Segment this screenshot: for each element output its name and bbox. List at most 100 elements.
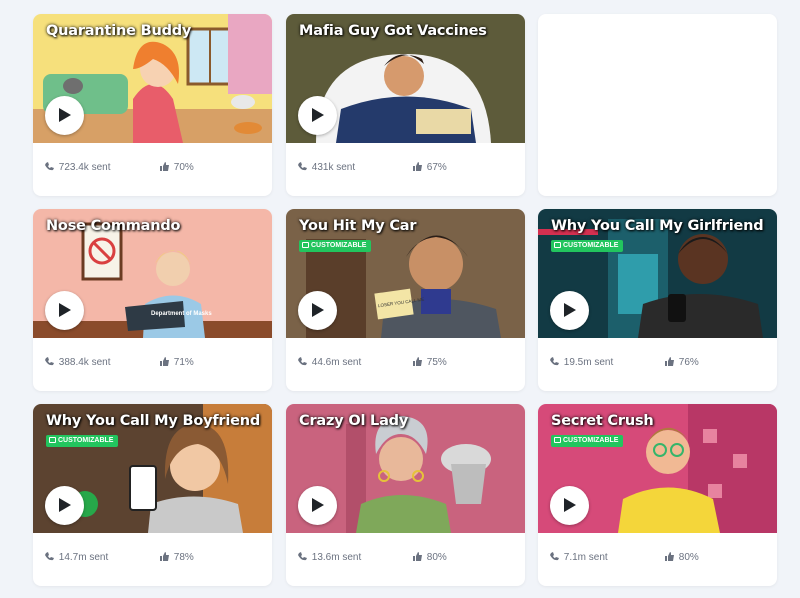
department-sign-text: Department of Masks (151, 311, 212, 317)
phone-icon (298, 552, 307, 561)
sent-count: 723.4k sent (45, 162, 111, 173)
sent-count: 431k sent (298, 162, 355, 173)
play-icon (59, 498, 71, 512)
sent-count-text: 7.1m sent (563, 552, 608, 563)
play-button[interactable] (45, 96, 84, 135)
customizable-icon (554, 242, 561, 248)
phone-icon (298, 357, 307, 366)
customizable-icon (302, 242, 309, 248)
card-title[interactable]: Mafia Guy Got Vaccines (299, 23, 487, 39)
play-icon (312, 498, 324, 512)
like-percent-text: 71% (173, 357, 194, 368)
play-button[interactable] (45, 486, 84, 525)
play-icon (59, 303, 71, 317)
play-button[interactable] (45, 291, 84, 330)
sent-count-text: 19.5m sent (563, 357, 614, 368)
card-stats: 431k sent 67% (286, 143, 525, 196)
thumbs-up-icon (413, 552, 422, 561)
video-card[interactable]: Why You Call My Girlfriend CUSTOMIZABLE … (538, 209, 777, 391)
play-icon (564, 498, 576, 512)
customizable-label: CUSTOMIZABLE (311, 242, 367, 249)
like-percent-text: 80% (678, 552, 699, 563)
card-title[interactable]: Why You Call My Boyfriend (46, 413, 260, 429)
play-icon (564, 303, 576, 317)
video-card[interactable]: Department of Masks Nose Commando 388.4k… (33, 209, 272, 391)
sent-count: 388.4k sent (45, 357, 111, 368)
sent-count: 19.5m sent (550, 357, 613, 368)
customizable-badge: CUSTOMIZABLE (551, 435, 624, 447)
card-title[interactable]: Nose Commando (46, 218, 180, 234)
sent-count-text: 388.4k sent (58, 357, 111, 368)
like-percent: 67% (413, 162, 447, 173)
thumbs-up-icon (160, 552, 169, 561)
card-title[interactable]: Why You Call My Girlfriend (551, 218, 764, 234)
card-stats: 723.4k sent 70% (33, 143, 272, 196)
like-percent-text: 67% (426, 162, 447, 173)
video-card[interactable]: LOSER YOU CALL ME You Hit My Car CUSTOMI… (286, 209, 525, 391)
customizable-badge: CUSTOMIZABLE (299, 240, 372, 252)
like-percent: 80% (413, 552, 447, 563)
card-stats: 388.4k sent 71% (33, 338, 272, 391)
like-percent: 71% (160, 357, 194, 368)
thumbnail[interactable]: LOSER YOU CALL ME You Hit My Car CUSTOMI… (286, 209, 525, 338)
play-icon (59, 108, 71, 122)
card-title[interactable]: Quarantine Buddy (46, 23, 191, 39)
thumbnail[interactable]: Department of Masks Nose Commando (33, 209, 272, 338)
thumbs-up-icon (413, 162, 422, 171)
card-title[interactable]: Crazy Ol Lady (299, 413, 408, 429)
play-button[interactable] (298, 96, 337, 135)
sent-count-text: 44.6m sent (311, 357, 362, 368)
thumbnail[interactable]: Secret Crush CUSTOMIZABLE (538, 404, 777, 533)
sent-count: 44.6m sent (298, 357, 361, 368)
card-title[interactable]: You Hit My Car (299, 218, 416, 234)
play-icon (312, 303, 324, 317)
sent-count-text: 14.7m sent (58, 552, 109, 563)
empty-card (538, 14, 777, 196)
phone-icon (45, 162, 54, 171)
customizable-icon (49, 437, 56, 443)
customizable-label: CUSTOMIZABLE (563, 437, 619, 444)
thumbs-up-icon (413, 357, 422, 366)
phone-icon (550, 357, 559, 366)
video-card[interactable]: Crazy Ol Lady 13.6m sent 80% (286, 404, 525, 586)
video-card[interactable]: Secret Crush CUSTOMIZABLE 7.1m sent 80% (538, 404, 777, 586)
customizable-badge: CUSTOMIZABLE (46, 435, 119, 447)
thumbs-up-icon (160, 357, 169, 366)
play-button[interactable] (298, 291, 337, 330)
like-percent-text: 78% (173, 552, 194, 563)
thumbnail[interactable]: Why You Call My Boyfriend CUSTOMIZABLE (33, 404, 272, 533)
play-button[interactable] (550, 291, 589, 330)
card-stats: 19.5m sent 76% (538, 338, 777, 391)
card-stats: 7.1m sent 80% (538, 533, 777, 586)
customizable-label: CUSTOMIZABLE (58, 437, 114, 444)
thumbnail[interactable]: Why You Call My Girlfriend CUSTOMIZABLE (538, 209, 777, 338)
phone-icon (298, 162, 307, 171)
sent-count: 13.6m sent (298, 552, 361, 563)
card-stats: 14.7m sent 78% (33, 533, 272, 586)
like-percent: 80% (665, 552, 699, 563)
sent-count-text: 723.4k sent (58, 162, 111, 173)
card-stats: 13.6m sent 80% (286, 533, 525, 586)
thumbs-up-icon (665, 357, 674, 366)
thumbs-up-icon (665, 552, 674, 561)
customizable-icon (554, 437, 561, 443)
video-card[interactable]: Mafia Guy Got Vaccines 431k sent 67% (286, 14, 525, 196)
play-button[interactable] (550, 486, 589, 525)
video-card[interactable]: Why You Call My Boyfriend CUSTOMIZABLE 1… (33, 404, 272, 586)
like-percent-text: 75% (426, 357, 447, 368)
thumbnail[interactable]: Mafia Guy Got Vaccines (286, 14, 525, 143)
customizable-label: CUSTOMIZABLE (563, 242, 619, 249)
thumbnail[interactable]: Crazy Ol Lady (286, 404, 525, 533)
like-percent-text: 70% (173, 162, 194, 173)
thumbnail[interactable]: Quarantine Buddy (33, 14, 272, 143)
card-title[interactable]: Secret Crush (551, 413, 654, 429)
phone-icon (45, 552, 54, 561)
like-percent: 78% (160, 552, 194, 563)
thumbs-up-icon (160, 162, 169, 171)
card-stats: 44.6m sent 75% (286, 338, 525, 391)
play-button[interactable] (298, 486, 337, 525)
phone-icon (45, 357, 54, 366)
video-card[interactable]: Quarantine Buddy 723.4k sent 70% (33, 14, 272, 196)
like-percent: 76% (665, 357, 699, 368)
play-icon (312, 108, 324, 122)
